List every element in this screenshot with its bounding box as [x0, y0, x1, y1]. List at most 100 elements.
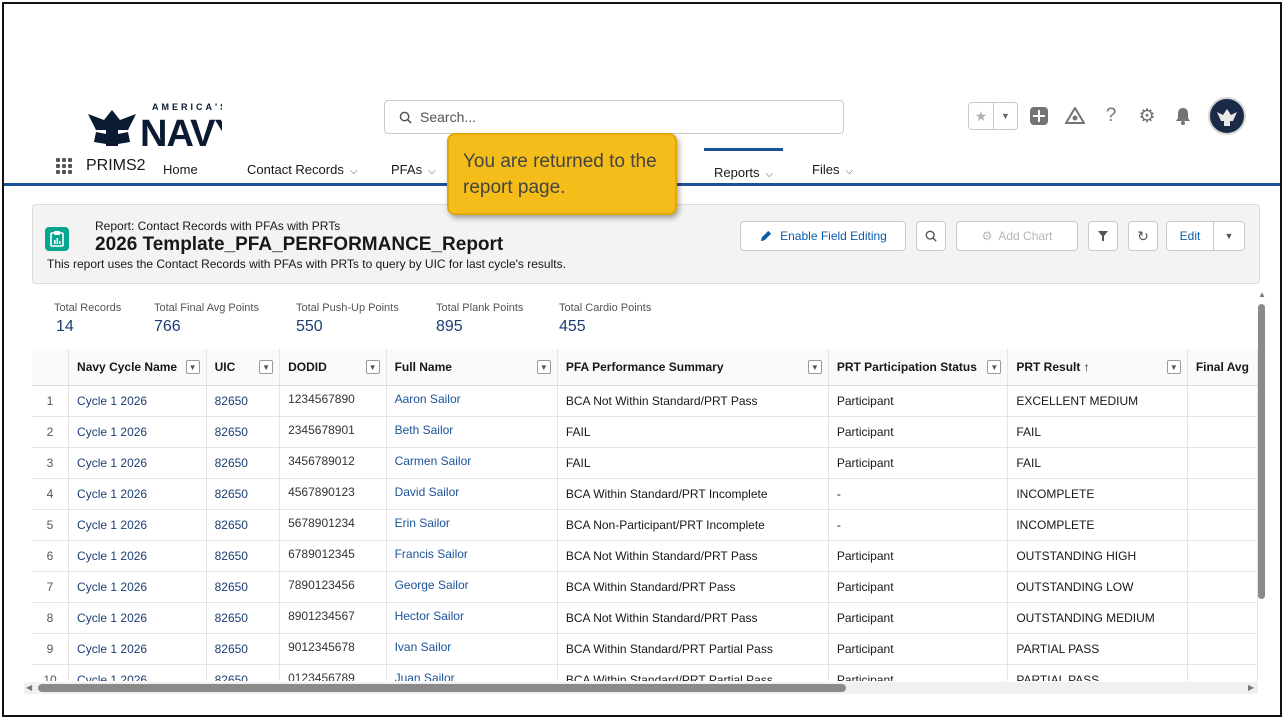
search-report-button[interactable]: [916, 221, 946, 251]
chevron-down-icon[interactable]: ⌵: [350, 166, 358, 177]
vertical-scrollbar-thumb[interactable]: [1258, 304, 1265, 599]
nav-item-files[interactable]: Files ⌵: [812, 162, 853, 177]
bell-icon[interactable]: [1168, 101, 1198, 131]
navy-logo: AMERICA'S NAVY: [82, 96, 240, 155]
column-header[interactable]: PRT Result ↑ ▼: [1007, 349, 1188, 386]
chevron-down-icon[interactable]: ▼: [1166, 360, 1181, 374]
avatar[interactable]: [1208, 97, 1246, 135]
dodid-cell: 0123456789: [279, 664, 387, 681]
full-name-link[interactable]: George Sailor: [386, 571, 558, 603]
nav-item-reports[interactable]: Reports ⌵: [704, 148, 784, 183]
row-number: 3: [32, 447, 70, 479]
cycle-name-cell: Cycle 1 2026: [68, 509, 207, 541]
pfa-summary-cell: BCA Not Within Standard/PRT Pass: [557, 602, 829, 634]
prt-result-cell: FAIL: [1007, 447, 1188, 479]
dodid-cell: 9012345678: [279, 633, 387, 665]
filter-button[interactable]: [1088, 221, 1118, 251]
prt-status-cell: Participant: [828, 571, 1009, 603]
full-name-link[interactable]: Erin Sailor: [386, 509, 558, 541]
gear-icon[interactable]: ⚙: [1132, 101, 1162, 131]
cycle-name-cell: Cycle 1 2026: [68, 540, 207, 572]
search-icon: [925, 230, 937, 242]
full-name-link[interactable]: Beth Sailor: [386, 416, 558, 448]
final-avg-cell: [1187, 478, 1258, 510]
chevron-down-icon[interactable]: ⌵: [845, 166, 853, 177]
prt-status-cell: Participant: [828, 664, 1009, 681]
column-header[interactable]: Full Name ▼: [386, 349, 558, 386]
row-number: 1: [32, 385, 70, 417]
column-header[interactable]: UIC ▼: [206, 349, 281, 386]
edit-button[interactable]: Edit: [1166, 221, 1214, 251]
prt-status-cell: Participant: [828, 447, 1009, 479]
report-description: This report uses the Contact Records wit…: [47, 257, 566, 271]
favorites-control[interactable]: ★ ▼: [968, 102, 1018, 130]
scroll-right-arrow[interactable]: ▶: [1248, 683, 1254, 692]
more-actions-button[interactable]: ▼: [1213, 221, 1245, 251]
uic-cell: 82650: [206, 540, 281, 572]
scroll-up-arrow[interactable]: ▲: [1258, 290, 1266, 299]
chevron-down-icon[interactable]: ⌵: [766, 169, 774, 180]
plus-icon[interactable]: [1024, 101, 1054, 131]
full-name-link[interactable]: Juan Sailor: [386, 664, 558, 681]
chevron-down-icon[interactable]: ▼: [807, 360, 822, 374]
chevron-down-icon[interactable]: ⌵: [428, 166, 436, 177]
nav-item-home[interactable]: Home: [163, 162, 198, 177]
header-utility-bar: ★ ▼ ? ⚙: [968, 96, 1246, 136]
column-header[interactable]: Final Avg: [1187, 349, 1258, 386]
chevron-down-icon[interactable]: ▼: [993, 103, 1017, 129]
row-number: 4: [32, 478, 70, 510]
table-row: 10 Cycle 1 2026 82650 0123456789 Juan Sailor…: [32, 664, 1258, 681]
report-header: Report: Contact Records with PFAs with P…: [32, 204, 1260, 284]
report-title: 2026 Template_PFA_PERFORMANCE_Report: [95, 234, 504, 255]
cycle-name-cell: Cycle 1 2026: [68, 416, 207, 448]
horizontal-scrollbar-thumb[interactable]: [38, 684, 846, 692]
chevron-down-icon[interactable]: ▼: [536, 360, 551, 374]
chevron-down-icon[interactable]: ▼: [185, 360, 200, 374]
nav-item-contact-records[interactable]: Contact Records ⌵: [247, 162, 357, 177]
full-name-link[interactable]: Francis Sailor: [386, 540, 558, 572]
search-placeholder: Search...: [420, 109, 477, 125]
prt-result-cell: OUTSTANDING HIGH: [1007, 540, 1188, 572]
full-name-link[interactable]: Carmen Sailor: [386, 447, 558, 479]
chevron-down-icon[interactable]: ▼: [987, 360, 1002, 374]
refresh-button[interactable]: ↻: [1128, 221, 1158, 251]
trailhead-icon[interactable]: [1060, 101, 1090, 131]
dodid-cell: 6789012345: [279, 540, 387, 572]
add-chart-button[interactable]: ⚙ Add Chart: [956, 221, 1078, 251]
cycle-name-cell: Cycle 1 2026: [68, 571, 207, 603]
global-search-input[interactable]: Search...: [384, 100, 844, 134]
column-header[interactable]: DODID ▼: [279, 349, 387, 386]
prt-result-cell: OUTSTANDING LOW: [1007, 571, 1188, 603]
full-name-link[interactable]: David Sailor: [386, 478, 558, 510]
table-row: 6 Cycle 1 2026 82650 6789012345 Francis Sail…: [32, 540, 1258, 572]
full-name-link[interactable]: Aaron Sailor: [386, 385, 558, 417]
prt-status-cell: Participant: [828, 602, 1009, 634]
column-header[interactable]: PRT Participation Status ▼: [828, 349, 1009, 386]
table-header-row: Navy Cycle Name ▼ UIC ▼ DODID ▼ Full Name ▼ …: [32, 349, 1258, 386]
help-icon[interactable]: ?: [1096, 101, 1126, 131]
dodid-cell: 2345678901: [279, 416, 387, 448]
table-row: 2 Cycle 1 2026 82650 2345678901 Beth Sailor F…: [32, 416, 1258, 448]
row-number: 5: [32, 509, 70, 541]
full-name-link[interactable]: Hector Sailor: [386, 602, 558, 634]
nav-item-pfas[interactable]: PFAs ⌵: [391, 162, 436, 177]
star-icon[interactable]: ★: [969, 103, 993, 129]
pfa-summary-cell: BCA Not Within Standard/PRT Pass: [557, 540, 829, 572]
pfa-summary-cell: BCA Within Standard/PRT Pass: [557, 571, 829, 603]
pfa-summary-cell: BCA Not Within Standard/PRT Pass: [557, 385, 829, 417]
app-launcher-icon[interactable]: [56, 158, 72, 174]
pfa-summary-cell: FAIL: [557, 447, 829, 479]
dodid-cell: 4567890123: [279, 478, 387, 510]
enable-field-editing-button[interactable]: Enable Field Editing: [740, 221, 906, 251]
chevron-down-icon[interactable]: ▼: [259, 360, 274, 374]
chevron-down-icon[interactable]: ▼: [365, 360, 380, 374]
final-avg-cell: [1187, 416, 1258, 448]
pfa-summary-cell: BCA Within Standard/PRT Incomplete: [557, 478, 829, 510]
summary-label: Total Push-Up Points: [296, 302, 399, 314]
column-header[interactable]: Navy Cycle Name ▼: [68, 349, 207, 386]
column-header[interactable]: PFA Performance Summary ▼: [557, 349, 829, 386]
full-name-link[interactable]: Ivan Sailor: [386, 633, 558, 665]
summary-value: 766: [154, 318, 181, 335]
scroll-left-arrow[interactable]: ◀: [26, 683, 32, 692]
summary-label: Total Cardio Points: [559, 302, 652, 314]
